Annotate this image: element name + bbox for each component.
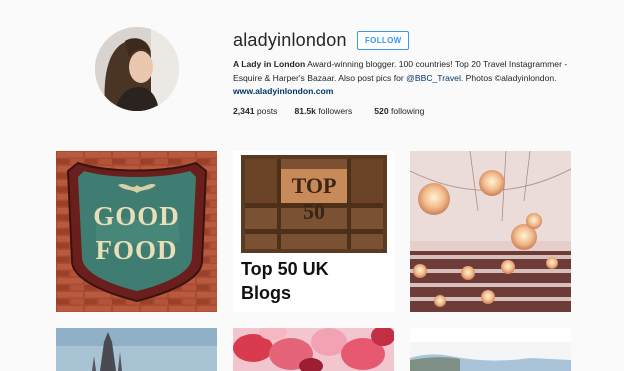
bookshop-pendant-lights-image [410, 151, 571, 312]
followers-count: 81.5k [294, 106, 316, 116]
profile-username: aladyinlondon [233, 30, 347, 50]
coastline-image [410, 328, 571, 371]
following-count: 520 [374, 106, 389, 116]
post-thumbnail[interactable] [410, 328, 571, 371]
posts-count: 2,341 [233, 106, 255, 116]
sign-line-1: GOOD [93, 201, 180, 231]
followers-stat[interactable]: 81.5k followers [294, 106, 352, 116]
post-thumbnail[interactable] [410, 151, 571, 312]
bio-website-link[interactable]: www.aladyinlondon.com [233, 86, 333, 96]
autumn-leaves-image [233, 328, 394, 371]
caption-line-1: Top 50 UK [241, 259, 329, 279]
bio-text-2: . Photos ©aladyinlondon. [460, 72, 557, 83]
post-thumbnail[interactable]: TOP 50 Top 50 UK Blogs [233, 151, 394, 312]
post-thumbnail[interactable] [56, 328, 217, 371]
sign-line-2: FOOD [95, 235, 178, 265]
profile-stats: 2,341 posts 81.5k followers 520 followin… [233, 106, 424, 116]
followers-label: followers [318, 106, 353, 116]
profile-avatar[interactable] [95, 27, 179, 111]
posts-label: posts [256, 106, 278, 116]
caption-line-2: Blogs [241, 283, 292, 303]
shelf-text: TOP 50 [291, 173, 337, 224]
post-thumbnail[interactable] [233, 328, 394, 371]
following-label: following [391, 106, 425, 116]
post-caption: Top 50 UK Blogs [241, 257, 391, 305]
following-stat[interactable]: 520 following [374, 106, 424, 116]
cathedral-spire-image [56, 328, 217, 371]
profile-bio: A Lady in London Award-winning blogger. … [233, 58, 578, 99]
posts-stat: 2,341 posts [233, 106, 277, 116]
post-thumbnail[interactable]: GOOD FOOD [56, 151, 217, 312]
bio-mention-link[interactable]: @BBC_Travel [406, 73, 461, 83]
follow-button[interactable]: FOLLOW [357, 31, 410, 50]
bio-name: A Lady in London [233, 59, 306, 69]
